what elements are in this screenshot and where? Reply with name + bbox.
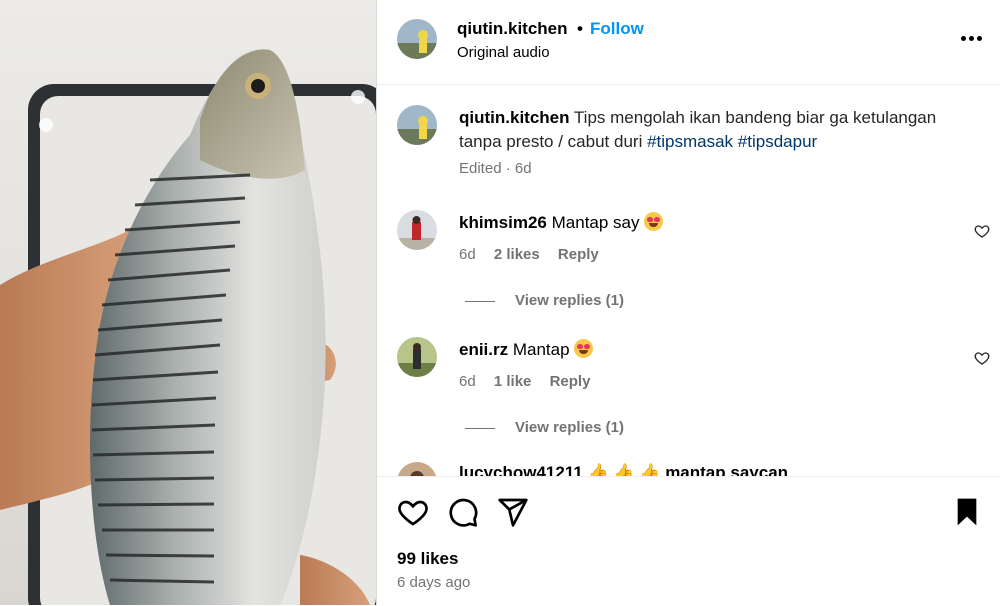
post-side-panel: qiutin.kitchen • Follow Original audio q…: [376, 0, 1000, 605]
post-actions-footer: 99 likes 6 days ago: [377, 476, 1000, 606]
author-avatar[interactable]: [397, 19, 437, 59]
bookmark-icon[interactable]: [951, 496, 983, 528]
commenter-avatar[interactable]: [397, 210, 437, 250]
audio-label[interactable]: Original audio: [457, 44, 550, 61]
comment-item: khimsim26 Mantap say 6d 2 likes Reply Vi…: [377, 210, 1000, 330]
comment-likes[interactable]: 1 like: [494, 373, 532, 390]
reply-button[interactable]: Reply: [550, 373, 591, 390]
comment-age: 6d: [459, 373, 476, 390]
instagram-post: qiutin.kitchen • Follow Original audio q…: [0, 0, 1000, 605]
comment-text-line: khimsim26 Mantap say: [459, 212, 663, 233]
view-replies-button[interactable]: View replies (1): [465, 419, 624, 436]
commenter-avatar[interactable]: [397, 337, 437, 377]
fish-photo: [0, 49, 376, 605]
comment-text-line: enii.rz Mantap: [459, 339, 593, 360]
follow-button[interactable]: Follow: [590, 19, 644, 39]
hashtag-link[interactable]: #tipsdapur: [738, 132, 817, 151]
heart-icon[interactable]: [974, 223, 990, 239]
caption-avatar[interactable]: [397, 105, 437, 145]
heart-eyes-emoji: [643, 212, 663, 231]
hashtag-link[interactable]: #tipsmasak: [647, 132, 733, 151]
comment-age: 6d: [459, 246, 476, 263]
more-icon[interactable]: [961, 36, 983, 42]
commenter-avatar[interactable]: [397, 462, 437, 476]
share-icon[interactable]: [497, 496, 529, 528]
comment-icon[interactable]: [447, 496, 479, 528]
reply-button[interactable]: Reply: [558, 246, 599, 263]
post-media[interactable]: [0, 0, 376, 605]
author-username[interactable]: qiutin.kitchen: [457, 19, 568, 39]
heart-icon[interactable]: [397, 496, 429, 528]
likes-count[interactable]: 99 likes: [397, 549, 458, 569]
heart-icon[interactable]: [974, 350, 990, 366]
commenter-username[interactable]: enii.rz: [459, 340, 508, 359]
view-replies-button[interactable]: View replies (1): [465, 292, 624, 309]
caption-username[interactable]: qiutin.kitchen: [459, 108, 570, 127]
commenter-username[interactable]: khimsim26: [459, 213, 547, 232]
comments-list[interactable]: qiutin.kitchen Tips mengolah ikan banden…: [377, 85, 1000, 476]
caption-meta: Edited · 6d: [459, 160, 532, 177]
comment-item: enii.rz Mantap 6d 1 like Reply View repl…: [377, 337, 1000, 457]
partial-comment: lucychow41211 👍 👍 👍 mantap saycan: [459, 463, 789, 476]
comment-text: Mantap: [512, 340, 570, 359]
caption: qiutin.kitchen Tips mengolah ikan banden…: [459, 106, 979, 154]
post-header: qiutin.kitchen • Follow Original audio: [377, 0, 1000, 85]
comment-likes[interactable]: 2 likes: [494, 246, 540, 263]
comment-meta: 6d 2 likes Reply: [459, 246, 599, 263]
separator-dot: •: [577, 19, 583, 38]
comment-text: Mantap say: [551, 213, 640, 232]
post-time[interactable]: 6 days ago: [397, 574, 470, 591]
comment-meta: 6d 1 like Reply: [459, 373, 590, 390]
heart-eyes-emoji: [573, 339, 593, 358]
